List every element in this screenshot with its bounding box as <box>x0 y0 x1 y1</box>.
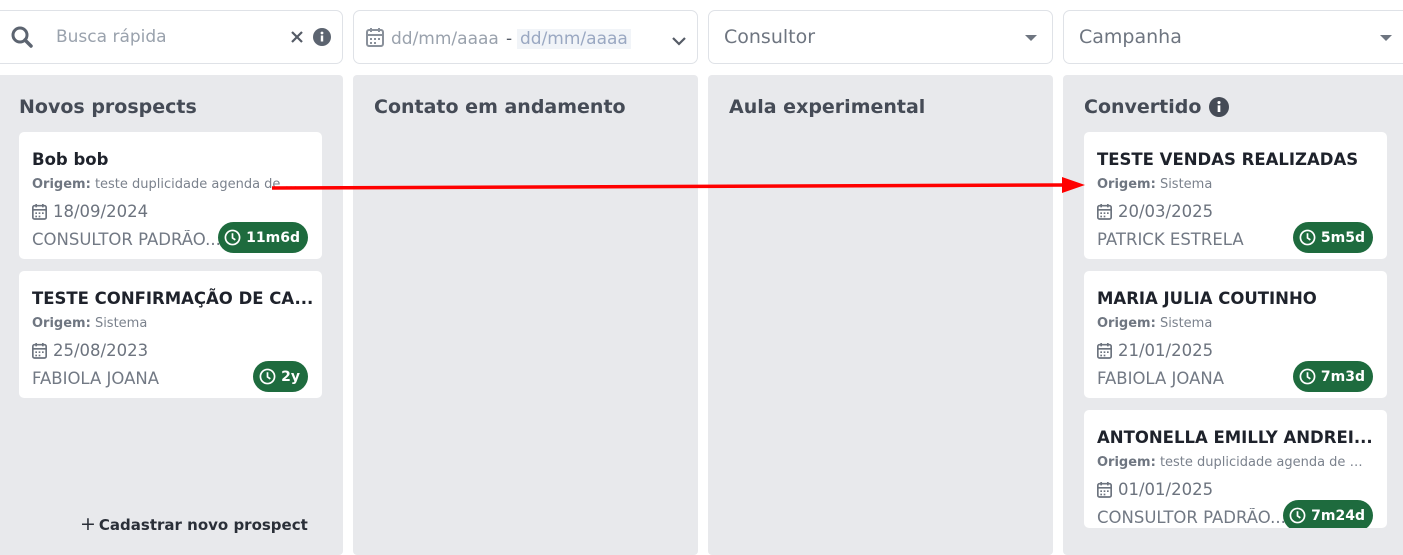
column-title: Aula experimental <box>729 96 926 118</box>
card-name: ANTONELLA EMILLY ANDREI... <box>1097 428 1373 447</box>
campaign-select-label: Campanha <box>1079 26 1182 48</box>
card-consultant: CONSULTOR PADRÃO... <box>32 230 221 249</box>
clock-icon <box>1299 368 1316 385</box>
add-prospect-button[interactable]: + Cadastrar novo prospect <box>80 513 308 535</box>
card-date: 21/01/2025 <box>1097 341 1213 360</box>
calendar-icon <box>1097 481 1112 498</box>
prospect-card[interactable]: MARIA JULIA COUTINHO Origem: Sistema 21/… <box>1084 271 1387 398</box>
campaign-select[interactable]: Campanha <box>1063 10 1403 64</box>
age-badge: 11m6d <box>218 222 308 253</box>
dropdown-caret-icon <box>1380 35 1392 41</box>
prospect-card[interactable]: TESTE VENDAS REALIZADAS Origem: Sistema … <box>1084 132 1387 259</box>
consultant-select[interactable]: Consultor <box>708 10 1053 64</box>
card-origin: Origem: teste duplicidade agenda de cr..… <box>32 177 304 192</box>
card-date: 18/09/2024 <box>32 202 148 221</box>
dropdown-caret-icon <box>1025 35 1037 41</box>
consultant-select-label: Consultor <box>724 26 816 48</box>
calendar-icon <box>32 203 47 220</box>
column-convertido: Convertido TESTE VENDAS REALIZADAS Orige… <box>1063 75 1403 555</box>
search-input[interactable]: Busca rápida <box>56 27 167 47</box>
age-badge: 2y <box>253 361 308 392</box>
column-title: Novos prospects <box>19 96 197 118</box>
calendar-icon <box>1097 342 1112 359</box>
info-icon[interactable] <box>313 28 331 50</box>
prospect-card[interactable]: ANTONELLA EMILLY ANDREI... Origem: teste… <box>1084 410 1387 528</box>
date-range-field[interactable]: dd/mm/aaaa - dd/mm/aaaa <box>353 10 698 64</box>
calendar-icon <box>32 342 47 359</box>
column-title-wrap: Convertido <box>1084 96 1230 118</box>
clock-icon <box>224 229 241 246</box>
card-name: TESTE CONFIRMAÇÃO DE CA... <box>32 289 314 308</box>
card-date: 20/03/2025 <box>1097 202 1213 221</box>
column-title: Contato em andamento <box>374 96 626 118</box>
prospect-card[interactable]: TESTE CONFIRMAÇÃO DE CA... Origem: Siste… <box>19 271 322 398</box>
card-consultant: FABIOLA JOANA <box>1097 369 1225 388</box>
card-consultant: PATRICK ESTRELA <box>1097 230 1244 249</box>
clock-icon <box>259 368 276 385</box>
column-novos-prospects: Novos prospects Bob bob Origem: teste du… <box>0 75 343 555</box>
column-contato-em-andamento: Contato em andamento <box>353 75 698 555</box>
card-name: TESTE VENDAS REALIZADAS <box>1097 150 1359 169</box>
card-date: 25/08/2023 <box>32 341 148 360</box>
info-icon[interactable] <box>1209 97 1230 117</box>
date-separator: - <box>506 29 513 49</box>
prospect-card[interactable]: Bob bob Origem: teste duplicidade agenda… <box>19 132 322 259</box>
plus-icon: + <box>80 513 96 535</box>
clock-icon <box>1299 229 1316 246</box>
card-origin: Origem: Sistema <box>32 316 148 331</box>
card-consultant: FABIOLA JOANA <box>32 369 160 388</box>
card-origin: Origem: Sistema <box>1097 177 1213 192</box>
age-badge: 5m5d <box>1292 222 1373 253</box>
column-title: Convertido <box>1084 96 1202 118</box>
end-date-input[interactable]: dd/mm/aaaa <box>517 29 631 49</box>
close-icon[interactable] <box>290 29 304 48</box>
calendar-icon <box>1097 203 1112 220</box>
clock-icon <box>1289 507 1306 524</box>
age-badge: 7m24d <box>1283 500 1373 528</box>
age-badge: 7m3d <box>1292 361 1373 392</box>
card-name: Bob bob <box>32 150 109 169</box>
card-consultant: CONSULTOR PADRÃO... <box>1097 508 1286 527</box>
card-date: 01/01/2025 <box>1097 480 1213 499</box>
search-field[interactable]: Busca rápida <box>0 10 343 64</box>
card-origin: Origem: Sistema <box>1097 316 1213 331</box>
start-date-input[interactable]: dd/mm/aaaa <box>391 29 499 49</box>
card-origin: Origem: teste duplicidade agenda de cr..… <box>1097 455 1369 470</box>
calendar-icon <box>366 27 384 51</box>
card-name: MARIA JULIA COUTINHO <box>1097 289 1317 308</box>
search-icon <box>11 26 33 52</box>
chevron-down-icon[interactable] <box>671 31 687 50</box>
column-aula-experimental: Aula experimental <box>708 75 1053 555</box>
filter-bar: Busca rápida dd/mm/aaaa - dd/mm/aaaa Con… <box>0 0 1403 75</box>
